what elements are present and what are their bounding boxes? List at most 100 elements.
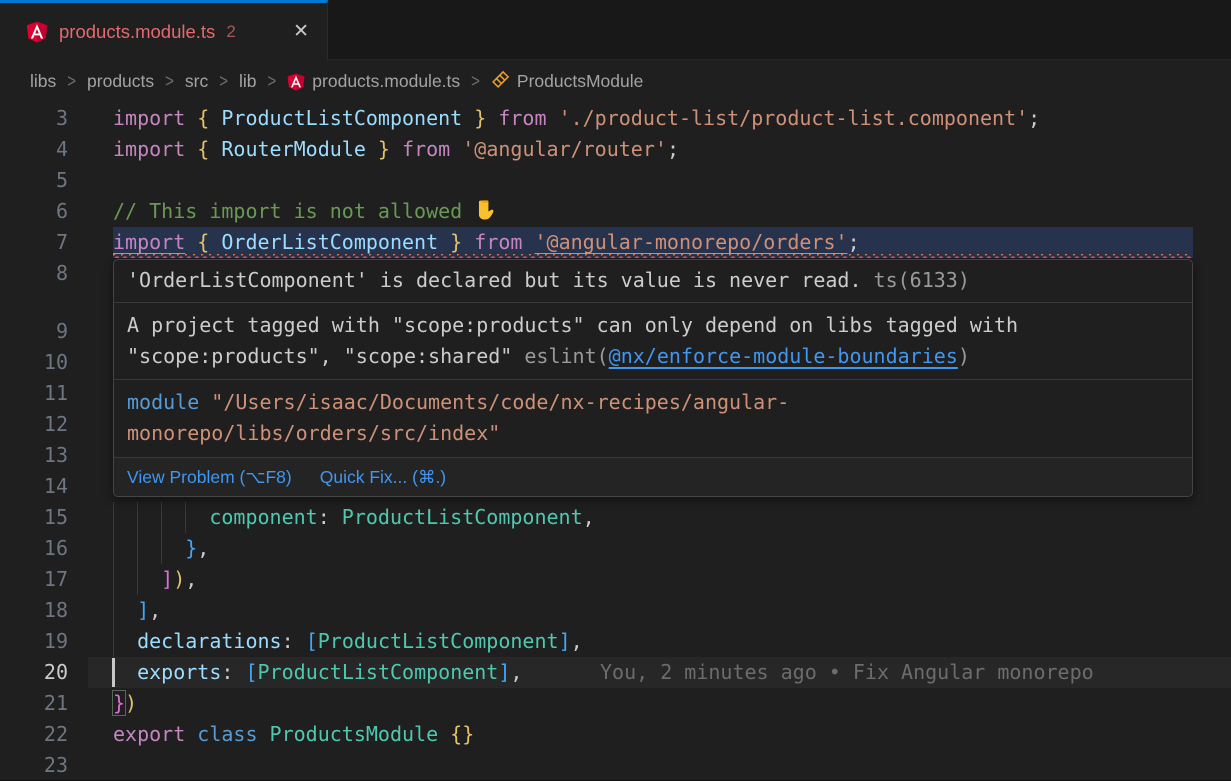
line-number[interactable]: 4 — [0, 134, 68, 165]
code-line-5[interactable]: 5 — [0, 165, 1231, 196]
line-number[interactable]: 14 — [0, 471, 68, 502]
code-token: , — [583, 505, 595, 529]
line-number[interactable]: 9 — [0, 316, 68, 347]
tab-products-module[interactable]: products.module.ts 2 ✕ — [0, 0, 328, 60]
indent-guide — [161, 533, 162, 564]
breadcrumb-item-symbol[interactable]: ProductsModule — [491, 70, 643, 94]
code-token: from — [486, 106, 558, 130]
code-token: } — [462, 106, 486, 130]
line-number[interactable]: 16 — [0, 533, 68, 564]
line-number[interactable]: 20 — [0, 657, 68, 688]
breadcrumb-item-src[interactable]: src — [185, 71, 208, 92]
code-token: ) — [125, 691, 137, 715]
code-token: ] — [137, 598, 149, 622]
line-number[interactable]: 18 — [0, 595, 68, 626]
code-line-15[interactable]: 15 component: ProductListComponent, — [0, 502, 1231, 533]
code-token: : — [221, 660, 245, 684]
chevron-right-icon: > — [165, 71, 174, 92]
code-line-4[interactable]: 4 import { RouterModule } from '@angular/… — [0, 134, 1231, 165]
code-token: import — [113, 230, 185, 254]
code-token — [113, 660, 137, 684]
view-problem-button[interactable]: View Problem (⌥F8) — [127, 462, 292, 493]
code-line-16[interactable]: 16 }, — [0, 533, 1231, 564]
line-number[interactable]: 23 — [0, 750, 68, 781]
indent-guide — [137, 533, 138, 564]
code-line-19[interactable]: 19 declarations: [ProductListComponent], — [0, 626, 1231, 657]
code-line-21[interactable]: 21}) — [0, 688, 1231, 719]
indent-guide — [113, 595, 114, 626]
code-line-18[interactable]: 18 ], — [0, 595, 1231, 626]
code-token: { — [197, 106, 221, 130]
ts-error-message: 'OrderListComponent' is declared but its… — [127, 268, 862, 292]
breadcrumb: libs > products > src > lib > products.m… — [0, 60, 1231, 103]
quick-fix-button[interactable]: Quick Fix... (⌘.) — [320, 462, 446, 493]
line-number[interactable]: 6 — [0, 196, 68, 227]
code-line-3[interactable]: 3import { ProductListComponent } from '.… — [0, 103, 1231, 134]
tab-bar: products.module.ts 2 ✕ — [0, 0, 1231, 60]
breadcrumb-item-file[interactable]: products.module.ts — [287, 71, 460, 92]
line-number[interactable]: 19 — [0, 626, 68, 657]
code-token: {} — [450, 722, 474, 746]
code-token: ProductListComponent — [258, 660, 499, 684]
code-token: } — [366, 137, 390, 161]
eslint-rule-link[interactable]: @nx/enforce-module-boundaries — [609, 344, 958, 368]
line-number[interactable]: 13 — [0, 440, 68, 471]
hover-eslint-error: A project tagged with "scope:products" c… — [114, 303, 1192, 380]
line-number[interactable]: 5 — [0, 165, 68, 196]
line-number[interactable]: 21 — [0, 688, 68, 719]
code-line-17[interactable]: 17 ]), — [0, 564, 1231, 595]
code-token: , — [149, 598, 161, 622]
code-token: , — [510, 660, 522, 684]
code-line-content: // This import is not allowed — [113, 196, 1231, 227]
code-line-20[interactable]: 20 exports: [ProductListComponent],You, … — [0, 657, 1231, 688]
text-cursor — [112, 658, 115, 687]
code-token: ] — [161, 567, 173, 591]
breadcrumb-item-libs[interactable]: libs — [30, 71, 56, 92]
breadcrumb-item-lib[interactable]: lib — [239, 71, 257, 92]
code-token: import — [113, 137, 197, 161]
code-token — [113, 598, 137, 622]
angular-icon — [287, 73, 305, 91]
code-line-content — [113, 165, 1231, 196]
code-line-content: import { RouterModule } from '@angular/r… — [113, 134, 1231, 165]
breadcrumb-item-products[interactable]: products — [87, 71, 154, 92]
line-number[interactable]: 10 — [0, 347, 68, 378]
line-number[interactable]: 12 — [0, 409, 68, 440]
line-number[interactable]: 15 — [0, 502, 68, 533]
indent-guide — [113, 502, 114, 533]
indent-guide — [113, 533, 114, 564]
code-line-23[interactable]: 23 — [0, 750, 1231, 781]
line-number[interactable]: 8 — [0, 258, 68, 289]
line-number[interactable]: 17 — [0, 564, 68, 595]
breadcrumb-file-label: products.module.ts — [312, 71, 460, 92]
code-line-content: import { OrderListComponent } from '@ang… — [113, 227, 1231, 258]
code-token: component — [209, 505, 317, 529]
code-token: } — [113, 691, 125, 715]
hover-module-info: module "/Users/isaac/Documents/code/nx-r… — [114, 380, 1192, 458]
code-token: ProductListComponent — [221, 106, 462, 130]
angular-icon — [26, 21, 48, 43]
line-number[interactable]: 7 — [0, 227, 68, 258]
code-line-content: declarations: [ProductListComponent], — [113, 626, 1231, 657]
close-icon[interactable]: ✕ — [289, 20, 313, 43]
code-line-content: export class ProductsModule {} — [113, 719, 1231, 750]
line-number[interactable]: 11 — [0, 378, 68, 409]
code-line-6[interactable]: 6 // This import is not allowed — [0, 196, 1231, 227]
line-number[interactable]: 3 — [0, 103, 68, 134]
code-line-22[interactable]: 22 export class ProductsModule {} — [0, 719, 1231, 750]
line-number[interactable]: 22 — [0, 719, 68, 750]
indent-guide — [185, 502, 186, 533]
indent-guide — [113, 626, 114, 657]
code-token: import — [113, 106, 197, 130]
module-path-line1: module "/Users/isaac/Documents/code/nx-r… — [127, 387, 1179, 418]
diagnostics-hover-popup: 'OrderListComponent' is declared but its… — [113, 259, 1193, 497]
code-token: ; — [848, 230, 860, 254]
indent-guide — [137, 564, 138, 595]
code-token: [ — [306, 629, 318, 653]
code-token: , — [197, 536, 209, 560]
code-line-content: }) — [113, 688, 1231, 719]
code-line-content: ]), — [113, 564, 1231, 595]
code-token: class — [197, 722, 269, 746]
code-token: from — [462, 230, 534, 254]
code-line-7[interactable]: 7 import { OrderListComponent } from '@an… — [0, 227, 1231, 258]
